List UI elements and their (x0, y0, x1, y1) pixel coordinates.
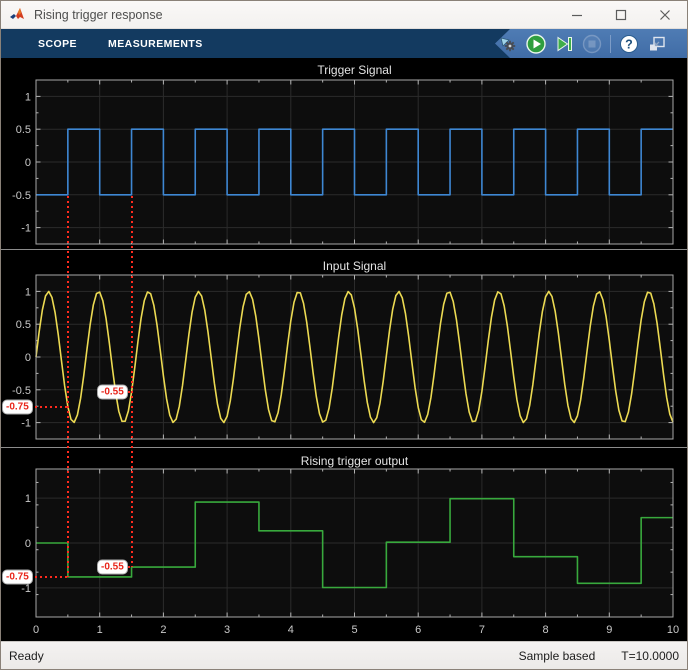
scope-window: Rising trigger response SCOPE MEASUREMEN… (0, 0, 688, 670)
simulation-controls: ? (495, 29, 687, 58)
value-label-input-1: -0.75 (3, 400, 32, 413)
stop-icon (581, 33, 603, 55)
svg-text:-0.5: -0.5 (12, 385, 31, 397)
simulation-settings-button[interactable] (496, 32, 520, 56)
stop-button[interactable] (580, 32, 604, 56)
svg-text:3: 3 (224, 624, 230, 636)
dock-button[interactable] (645, 32, 669, 56)
svg-text:?: ? (625, 37, 633, 51)
tab-scope[interactable]: SCOPE (38, 38, 77, 50)
svg-text:0.5: 0.5 (16, 124, 31, 136)
dock-icon (646, 33, 668, 55)
svg-text:-1: -1 (21, 418, 31, 430)
simulation-settings-icon (497, 33, 519, 55)
close-button[interactable] (643, 1, 687, 28)
svg-text:0: 0 (25, 352, 31, 364)
svg-text:1: 1 (25, 91, 31, 103)
svg-text:6: 6 (415, 624, 421, 636)
maximize-button[interactable] (599, 1, 643, 28)
svg-text:-1: -1 (21, 583, 31, 595)
svg-text:0: 0 (25, 157, 31, 169)
svg-text:0: 0 (25, 538, 31, 550)
trigger-cursor-2[interactable] (131, 196, 133, 567)
svg-text:4: 4 (288, 624, 294, 636)
step-forward-button[interactable] (552, 32, 576, 56)
tab-measurements[interactable]: MEASUREMENTS (108, 38, 203, 50)
sample-mode-label: Sample based (519, 649, 596, 663)
value-label-input-2: -0.55 (98, 386, 127, 399)
svg-text:8: 8 (543, 624, 549, 636)
svg-text:7: 7 (479, 624, 485, 636)
value-label-output-1: -0.75 (3, 570, 32, 583)
svg-text:1: 1 (25, 493, 31, 505)
value-label-output-2: -0.55 (98, 561, 127, 574)
svg-text:-0.5: -0.5 (12, 190, 31, 202)
statusbar: Ready Sample based T=10.0000 (1, 641, 687, 669)
svg-text:1: 1 (97, 624, 103, 636)
scope-canvas[interactable]: 10.50-0.5-110.50-0.5-110-1012345678910 (1, 58, 688, 643)
trigger-cursor-1[interactable] (67, 196, 69, 577)
svg-text:2: 2 (160, 624, 166, 636)
svg-text:0.5: 0.5 (16, 319, 31, 331)
run-button[interactable] (524, 32, 548, 56)
run-icon (525, 33, 547, 55)
step-forward-icon (553, 33, 575, 55)
toolstrip: SCOPE MEASUREMENTS (1, 29, 687, 58)
matlab-logo-icon (10, 8, 26, 22)
scope-display: 10.50-0.5-110.50-0.5-110-1012345678910 T… (1, 58, 688, 643)
svg-text:0: 0 (33, 624, 39, 636)
minimize-button[interactable] (555, 1, 599, 28)
svg-text:5: 5 (351, 624, 357, 636)
help-icon: ? (618, 33, 640, 55)
sim-time-label: T=10.0000 (621, 649, 679, 663)
svg-text:9: 9 (606, 624, 612, 636)
titlebar[interactable]: Rising trigger response (1, 1, 687, 29)
status-text: Ready (1, 649, 519, 663)
window-title: Rising trigger response (34, 8, 555, 22)
svg-text:1: 1 (25, 286, 31, 298)
toolbar-separator (610, 35, 611, 53)
svg-text:10: 10 (667, 624, 679, 636)
help-button[interactable]: ? (617, 32, 641, 56)
svg-text:-1: -1 (21, 223, 31, 235)
